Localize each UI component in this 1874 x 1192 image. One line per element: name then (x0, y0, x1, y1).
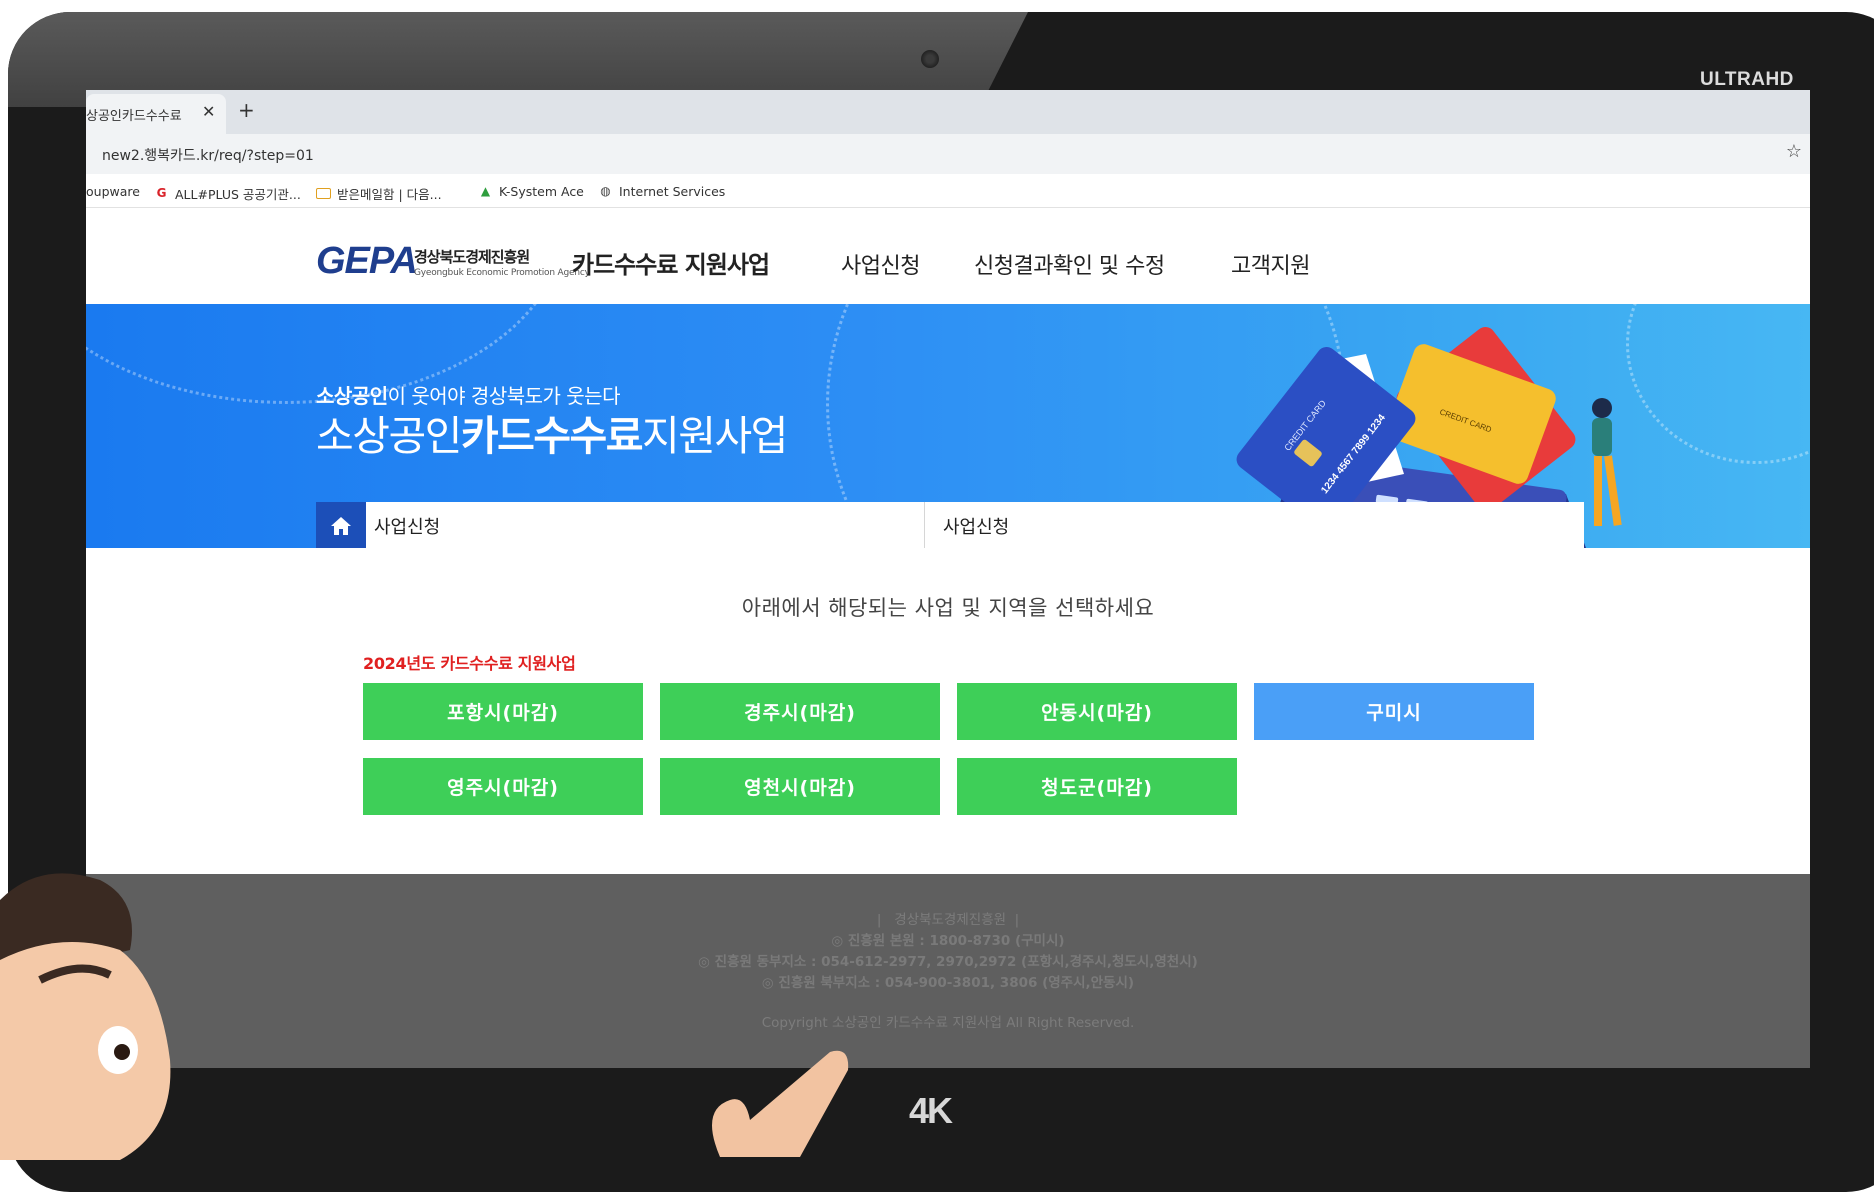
bookmark-mail[interactable]: 받은메일함 | 다음... (316, 184, 442, 203)
nav-customer-support[interactable]: 고객지원 (1231, 248, 1310, 280)
tab-title: 상공인카드수수료 (86, 108, 182, 124)
region-button-gyeongju[interactable]: 경주시(마감) (660, 683, 940, 740)
bookmark-ksystem[interactable]: ▲ K-System Ace (478, 184, 584, 199)
footer-main-office: ◎ 진흥원 본원 : 1800-8730 (구미시) (831, 933, 1065, 949)
nav-apply[interactable]: 사업신청 (841, 248, 920, 280)
region-button-yeongju[interactable]: 영주시(마감) (363, 758, 643, 815)
bookmark-groupware[interactable]: oupware (86, 184, 140, 199)
breadcrumb: 사업신청 사업신청 (316, 502, 1584, 548)
bookmark-allplus[interactable]: G ALL#PLUS 공공기관... (154, 184, 301, 203)
ksystem-icon: ▲ (480, 184, 491, 198)
browser-screen: 상공인카드수수료 ✕ + new2.행복카드.kr/req/?step=01 ☆… (86, 90, 1810, 1068)
allplus-icon: G (156, 186, 167, 200)
hero-banner: 소상공인이 웃어야 경상북도가 웃는다 소상공인카드수수료지원사업 CREDIT… (86, 304, 1810, 548)
gepa-logo[interactable]: GEPA (316, 240, 418, 283)
region-button-pohang[interactable]: 포항시(마감) (363, 683, 643, 740)
site-name[interactable]: 카드수수료 지원사업 (572, 245, 770, 280)
cartoon-character-face (0, 873, 171, 1160)
breadcrumb-item[interactable]: 사업신청 (925, 502, 1009, 548)
browser-tab[interactable]: 상공인카드수수료 ✕ (86, 94, 226, 134)
address-bar[interactable]: new2.행복카드.kr/req/?step=01 ☆ (86, 134, 1810, 174)
site-footer: | 경상북도경제진흥원 | ◎ 진흥원 본원 : 1800-8730 (구미시)… (86, 874, 1810, 1068)
org-name-en: Gyeongbuk Economic Promotion Agency (414, 268, 590, 278)
4k-badge: 4K (909, 1090, 953, 1131)
instruction-text: 아래에서 해당되는 사업 및 지역을 선택하세요 (741, 596, 1155, 620)
bookmarks-bar: oupware G ALL#PLUS 공공기관... 받은메일함 | 다음...… (86, 174, 1810, 208)
ultrahd-label: ULTRAHD (1700, 69, 1794, 90)
nav-result-check[interactable]: 신청결과확인 및 수정 (974, 248, 1165, 280)
org-name: 경상북도경제진흥원 (414, 248, 530, 266)
region-button-andong[interactable]: 안동시(마감) (957, 683, 1237, 740)
hero-title: 소상공인카드수수료지원사업 (316, 412, 788, 460)
footer-north-branch: ◎ 진흥원 북부지소 : 054-900-3801, 3806 (영주시,안동시… (761, 975, 1135, 991)
year-label: 2024년도 카드수수료 지원사업 (363, 654, 576, 673)
mail-icon (316, 188, 331, 199)
bookmark-internet-services[interactable]: ◍ Internet Services (598, 184, 725, 199)
close-icon[interactable]: ✕ (202, 102, 215, 121)
footer-copyright: Copyright 소상공인 카드수수료 지원사업 All Right Rese… (761, 1015, 1135, 1031)
region-button-cheongdo[interactable]: 청도군(마감) (957, 758, 1237, 815)
home-icon-glyph (331, 517, 351, 535)
region-button-yeongcheon[interactable]: 영천시(마감) (660, 758, 940, 815)
webcam (921, 50, 939, 68)
new-tab-button[interactable]: + (238, 98, 255, 122)
region-button-gumi[interactable]: 구미시 (1254, 683, 1534, 740)
footer-org: | 경상북도경제진흥원 | (876, 912, 1020, 928)
tab-bar: 상공인카드수수료 ✕ + (86, 90, 1810, 134)
globe-icon: ◍ (600, 184, 611, 198)
footer-east-branch: ◎ 진흥원 동부지소 : 054-612-2977, 2970,2972 (포항… (698, 954, 1198, 970)
site-header: GEPA 경상북도경제진흥원 Gyeongbuk Economic Promot… (86, 218, 1810, 304)
breadcrumb-item[interactable]: 사업신청 (356, 502, 440, 548)
pointing-hand (712, 1050, 849, 1157)
url-text[interactable]: new2.행복카드.kr/req/?step=01 (102, 145, 314, 165)
star-icon[interactable]: ☆ (1786, 141, 1802, 162)
